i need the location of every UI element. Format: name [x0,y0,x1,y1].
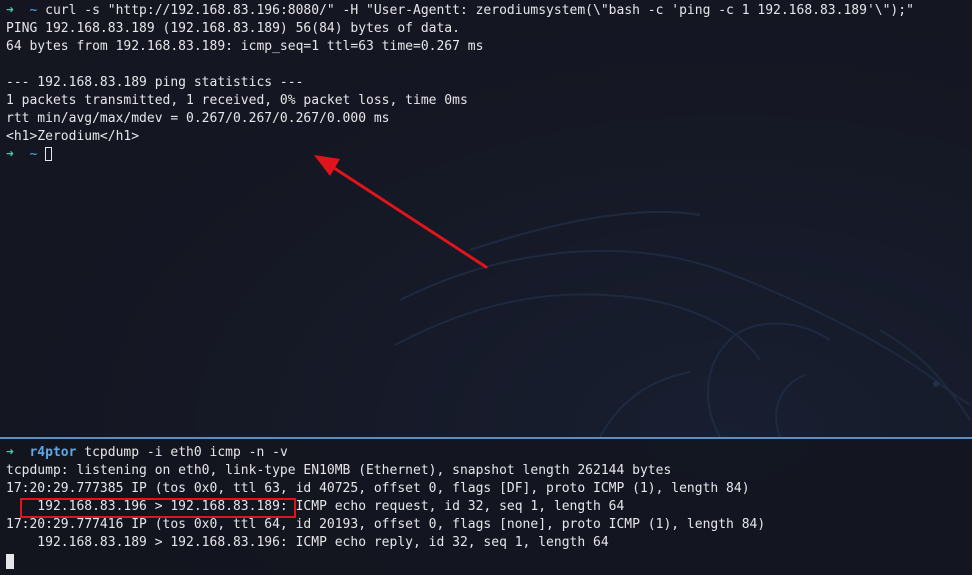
terminal-output-line: tcpdump: listening on eth0, link-type EN… [6,463,672,478]
prompt-user: r4ptor [29,445,77,460]
text-cursor [6,554,14,569]
annotation-highlight-box [20,498,296,518]
bottom-command-line: ➜ r4ptor tcpdump -i eth0 icmp -n -v [6,444,288,462]
terminal-output-line: 17:20:29.777416 IP (tos 0x0, ttl 64, id … [6,517,766,532]
terminal-output-line: 17:20:29.777385 IP (tos 0x0, ttl 63, id … [6,481,750,496]
tcpdump-command: tcpdump -i eth0 icmp -n -v [84,445,288,460]
prompt-arrow-icon: ➜ [6,445,14,460]
terminal-output-line: 192.168.83.189 > 192.168.83.196: ICMP ec… [6,535,609,550]
